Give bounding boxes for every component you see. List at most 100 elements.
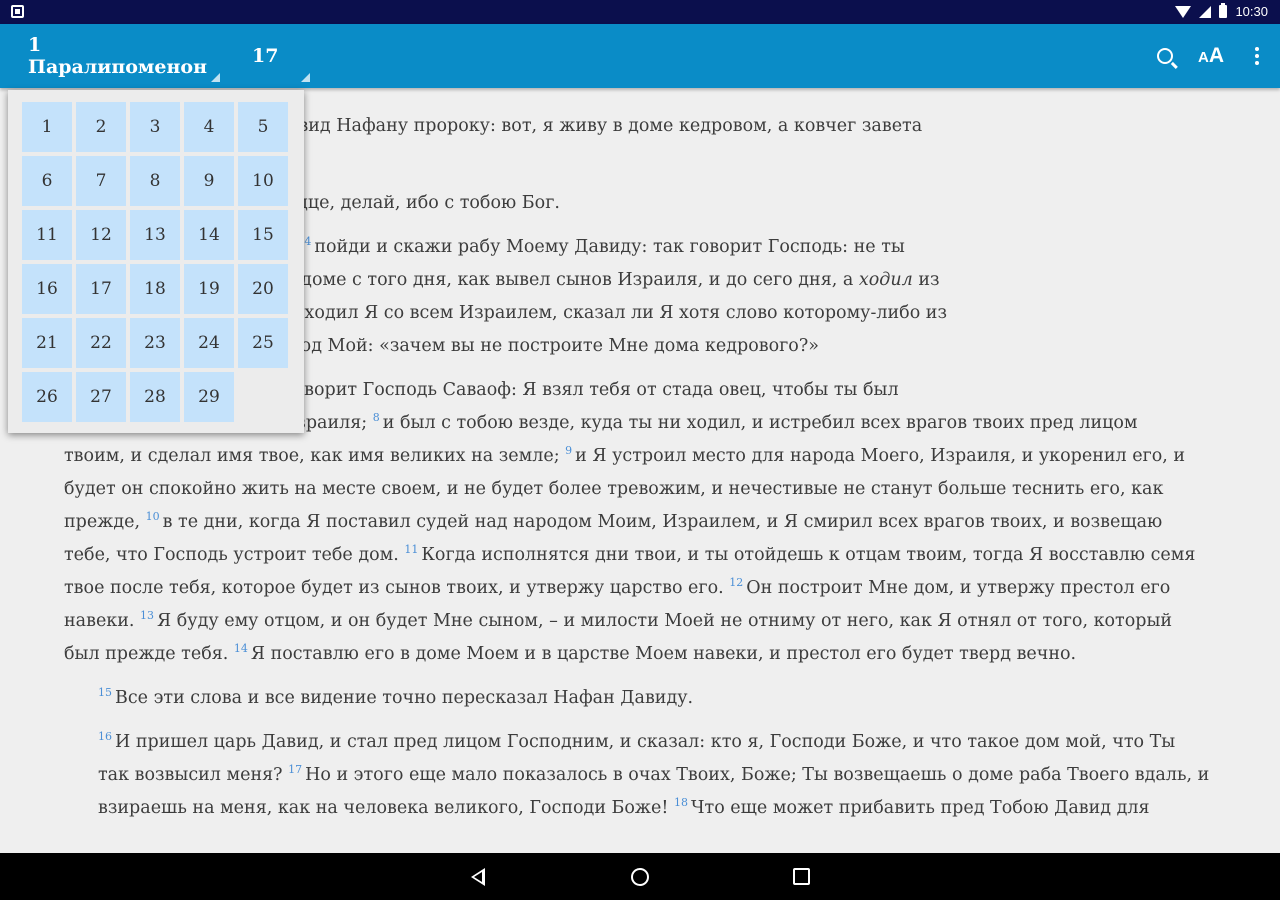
- chapter-cell-3[interactable]: 3: [130, 102, 180, 152]
- text-line: тебе, что Господь устроит тебе дом. 11 Ко…: [64, 539, 1214, 572]
- chapter-cell-22[interactable]: 22: [76, 318, 126, 368]
- recents-icon[interactable]: [793, 868, 810, 885]
- verse-text: и был с тобою везде, куда ты ни ходил, и…: [382, 413, 1138, 433]
- signal-icon: [1199, 5, 1212, 18]
- font-size-icon: AA: [1197, 44, 1224, 67]
- chapter-cell-28[interactable]: 28: [130, 372, 180, 422]
- verse-text: прежде,: [64, 512, 146, 532]
- verse-text: Он построит Мне дом, и утвержу престол е…: [746, 578, 1171, 598]
- chapter-cell-14[interactable]: 14: [184, 210, 234, 260]
- verse-text: Все эти слова и все видение точно переск…: [115, 688, 694, 708]
- chapter-cell-29[interactable]: 29: [184, 372, 234, 422]
- text-paragraph: 16 И пришел царь Давид, и стал пред лицом…: [64, 726, 1214, 825]
- verse-text: из: [912, 270, 940, 290]
- dropdown-triangle-icon: [211, 73, 220, 82]
- chapter-cell-15[interactable]: 15: [238, 210, 288, 260]
- verse-text: был прежде тебя.: [64, 644, 234, 664]
- verse-text: твое после тебя, которое будет из сынов …: [64, 578, 730, 598]
- status-bar: 10:30: [0, 0, 1280, 24]
- chapter-cell-20[interactable]: 20: [238, 264, 288, 314]
- home-icon[interactable]: [631, 868, 649, 886]
- verse-text: и Я устроил место для народа Моего, Изра…: [575, 446, 1186, 466]
- chapter-cell-2[interactable]: 2: [76, 102, 126, 152]
- verse-text: в те дни, когда Я поставил судей над нар…: [162, 512, 1163, 532]
- search-button[interactable]: [1142, 24, 1188, 88]
- chapter-picker-popup: 1 2 3 4 5 6 7 8 9 10 11 12 13 14 15 16 17 18 19 20 21 22 23 24 2…: [8, 90, 304, 433]
- verse-text: пойди и скажи рабу Моему Давиду: так гов…: [314, 237, 905, 257]
- verse-text: Но и этого еще мало показалось в очах Тв…: [305, 765, 1210, 785]
- app-bar: 1 Паралипоменон 17 AA: [0, 24, 1280, 88]
- chapter-cell-11[interactable]: 11: [22, 210, 72, 260]
- verse-text: взираешь на меня, как на человека велико…: [98, 798, 674, 818]
- chapter-cell-19[interactable]: 19: [184, 264, 234, 314]
- verse-number: 15: [98, 686, 112, 700]
- text-line: твое после тебя, которое будет из сынов …: [64, 572, 1214, 605]
- verse-text: твоим, и сделал имя твое, как имя велики…: [64, 446, 566, 466]
- chapter-cell-5[interactable]: 5: [238, 102, 288, 152]
- text-line: взираешь на меня, как на человека велико…: [64, 792, 1214, 825]
- chapter-cell-25[interactable]: 25: [238, 318, 288, 368]
- verse-number: 11: [404, 543, 419, 557]
- chapter-selector[interactable]: 17: [244, 24, 310, 88]
- text-line: так возвысил меня? 17 Но и этого еще мало…: [64, 759, 1214, 792]
- chapter-number: 17: [252, 45, 279, 67]
- notification-icon: [11, 5, 24, 18]
- more-options-button[interactable]: [1234, 24, 1280, 88]
- verse-text: Что еще может прибавить пред Тобою Давид…: [691, 798, 1150, 818]
- chapter-cell-10[interactable]: 10: [238, 156, 288, 206]
- more-vert-icon: [1255, 47, 1259, 65]
- chapter-cell-26[interactable]: 26: [22, 372, 72, 422]
- text-line: 15 Все эти слова и все видение точно пере…: [64, 682, 1214, 715]
- chapter-cell-13[interactable]: 13: [130, 210, 180, 260]
- verse-number: 4: [304, 235, 312, 249]
- chapter-cell-27[interactable]: 27: [76, 372, 126, 422]
- search-icon: [1157, 48, 1173, 64]
- verse-text: будет он спокойно жить на месте своем, и…: [64, 479, 1164, 499]
- chapter-cell-24[interactable]: 24: [184, 318, 234, 368]
- verse-text: тебе, что Господь устроит тебе дом.: [64, 545, 405, 565]
- text-line: твоим, и сделал имя твое, как имя велики…: [64, 440, 1214, 473]
- chapter-cell-4[interactable]: 4: [184, 102, 234, 152]
- chapter-cell-7[interactable]: 7: [76, 156, 126, 206]
- chapter-cell-1[interactable]: 1: [22, 102, 72, 152]
- chapter-grid: 1 2 3 4 5 6 7 8 9 10 11 12 13 14 15 16 17 18 19 20 21 22 23 24 2…: [22, 102, 288, 422]
- text-paragraph: 15 Все эти слова и все видение точно пере…: [64, 682, 1214, 715]
- verse-text: Я поставлю его в доме Моем и в царстве М…: [250, 644, 1077, 664]
- verse-number: 18: [674, 796, 688, 810]
- text-line: был прежде тебя. 14 Я поставлю его в доме…: [64, 638, 1214, 671]
- verse-number: 14: [233, 642, 248, 656]
- chapter-cell-18[interactable]: 18: [130, 264, 180, 314]
- verse-number: 10: [145, 510, 160, 524]
- clock: 10:30: [1235, 4, 1268, 19]
- back-icon[interactable]: [471, 868, 485, 886]
- toolbar-actions: AA: [1142, 24, 1280, 88]
- verse-text: Я буду ему отцом, и он будет Мне сыном, …: [157, 611, 1173, 631]
- chapter-cell-8[interactable]: 8: [130, 156, 180, 206]
- verse-text: так возвысил меня?: [98, 765, 289, 785]
- wifi-icon: [1175, 5, 1192, 18]
- italic-text: ходил: [858, 270, 913, 290]
- verse-number: 16: [98, 730, 112, 744]
- chapter-cell-6[interactable]: 6: [22, 156, 72, 206]
- chapter-cell-9[interactable]: 9: [184, 156, 234, 206]
- text-line: будет он спокойно жить на месте своем, и…: [64, 473, 1214, 506]
- dropdown-triangle-icon: [301, 73, 310, 82]
- verse-text: И пришел царь Давид, и стал пред лицом Г…: [115, 732, 1176, 752]
- verse-text: Когда исполнятся дни твои, и ты отойдешь…: [421, 545, 1196, 565]
- verse-number: 9: [565, 444, 573, 458]
- verse-text: навеки.: [64, 611, 141, 631]
- chapter-cell-23[interactable]: 23: [130, 318, 180, 368]
- navigation-bar: [0, 853, 1280, 900]
- verse-number: 12: [729, 576, 744, 590]
- text-line: прежде, 10 в те дни, когда Я поставил суд…: [64, 506, 1214, 539]
- chapter-cell-16[interactable]: 16: [22, 264, 72, 314]
- book-selector[interactable]: 1 Паралипоменон: [20, 24, 220, 88]
- status-icons: 10:30: [1175, 3, 1268, 19]
- font-size-button[interactable]: AA: [1188, 24, 1234, 88]
- chapter-cell-12[interactable]: 12: [76, 210, 126, 260]
- text-line: 16 И пришел царь Давид, и стал пред лицом…: [64, 726, 1214, 759]
- verse-number: 17: [288, 763, 303, 777]
- book-title: 1 Паралипоменон: [28, 34, 207, 78]
- chapter-cell-21[interactable]: 21: [22, 318, 72, 368]
- chapter-cell-17[interactable]: 17: [76, 264, 126, 314]
